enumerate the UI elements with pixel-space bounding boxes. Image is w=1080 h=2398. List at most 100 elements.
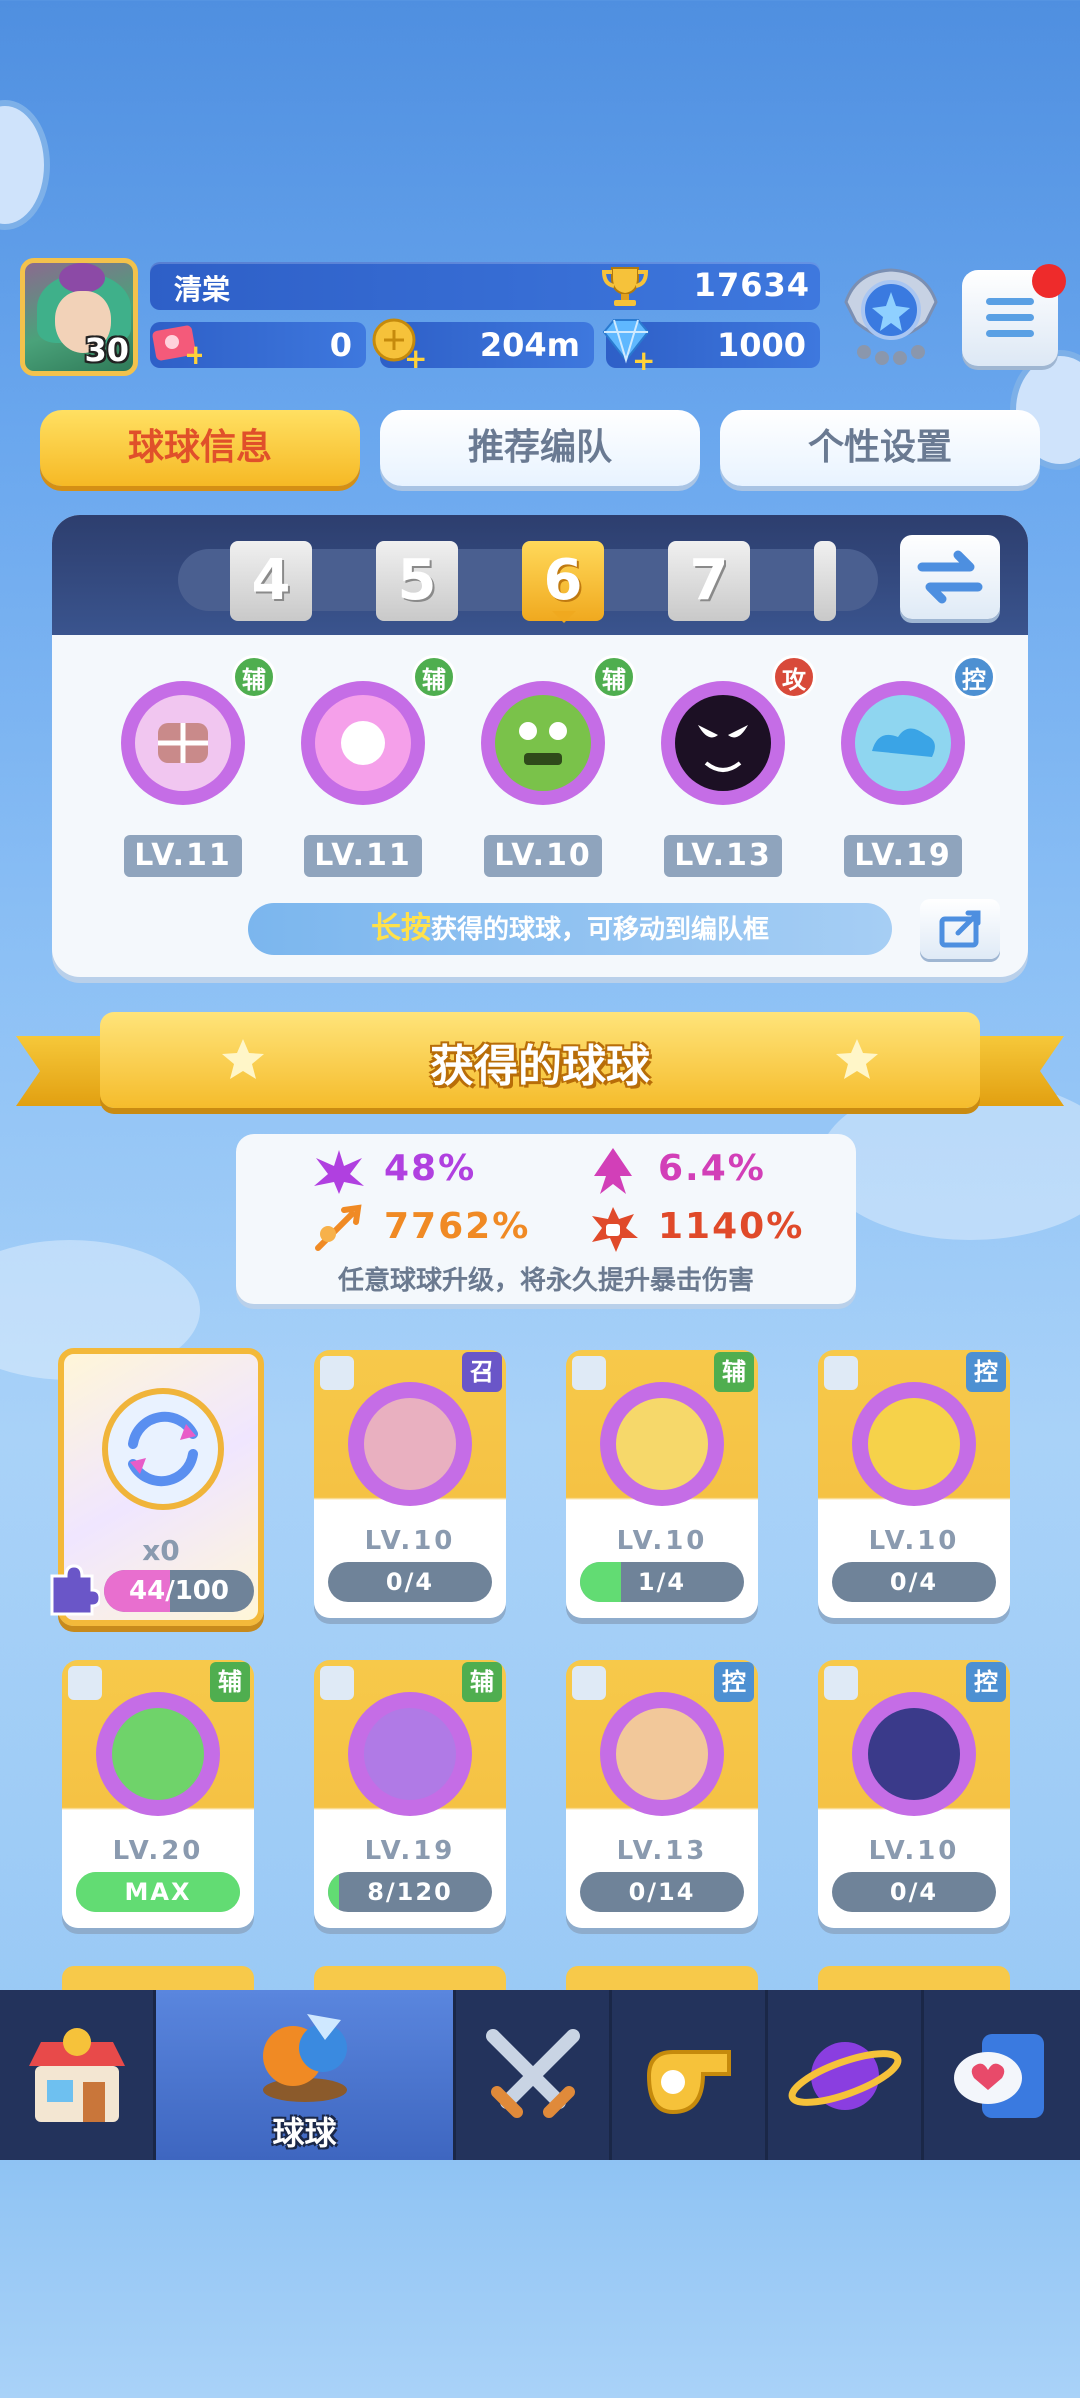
player-avatar[interactable]: 30: [20, 258, 138, 376]
notification-dot: [1032, 264, 1066, 298]
sword-burst-icon: [315, 1204, 362, 1251]
star-arrow-ball-icon: [96, 1692, 220, 1816]
role-badge-control: 控: [952, 655, 996, 699]
mouth-ball-icon: [348, 1382, 472, 1506]
nav-whistle[interactable]: [612, 1990, 768, 2160]
nav-shop[interactable]: [0, 1990, 156, 2160]
ball-level: LV.10: [364, 1526, 456, 1556]
balls-icon: [262, 2014, 347, 2102]
team-ball-level: LV.19: [844, 835, 962, 877]
refresh-orb-icon: [102, 1388, 224, 1510]
ball-card[interactable]: 控 LV.13 0/14: [566, 1660, 758, 1928]
nav-balls-label: 球球: [272, 2114, 337, 2152]
ball-progress-bar: MAX: [76, 1872, 240, 1912]
obtained-balls-banner: 获得的球球: [100, 1012, 980, 1108]
ball-progress-text: 1/4: [637, 1568, 687, 1596]
sprout-ball-icon: [348, 1692, 472, 1816]
monkey-ball-icon: [600, 1692, 724, 1816]
planet-icon: [788, 2042, 901, 2110]
gem-icon: +: [602, 319, 655, 370]
tab-personal-settings[interactable]: 个性设置: [720, 410, 1040, 486]
coin-count: 204m: [479, 326, 580, 364]
crossed-swords-icon: [485, 2029, 580, 2118]
ball-progress-text: 8/120: [367, 1878, 453, 1906]
whistle-icon: [646, 2050, 731, 2115]
player-level: 30: [84, 331, 129, 369]
crit-stats-card: 48% 6.4% 7762% 1140% 任意球球升级，将永久提升暴击伤害: [236, 1134, 856, 1304]
token-progress-bar: 44/100: [104, 1570, 254, 1612]
ball-progress-bar: 8/120: [328, 1872, 492, 1912]
player-name: 清棠: [174, 273, 231, 306]
ball-progress-text: 0/4: [889, 1568, 939, 1596]
rank-badge-icon[interactable]: [836, 262, 946, 372]
sword-damage-value: 7762%: [384, 1206, 531, 1247]
team-slot-5[interactable]: 5: [376, 541, 458, 621]
ball-level: LV.10: [868, 1526, 960, 1556]
share-icon: [939, 910, 981, 948]
ball-level: LV.20: [112, 1836, 204, 1866]
role-badge-attack: 攻: [772, 655, 816, 699]
role-badge-support: 辅: [232, 655, 276, 699]
ball-progress-text: MAX: [124, 1878, 192, 1906]
swap-arrows-icon: [917, 550, 983, 604]
drag-hint: 长按获得的球球，可移动到编队框: [248, 903, 892, 955]
ball-card[interactable]: 召 LV.10 0/4: [314, 1350, 506, 1618]
crit-arrow-icon: [594, 1148, 632, 1194]
trophy-icon: [601, 267, 649, 306]
ball-card[interactable]: 辅 LV.19 8/120: [314, 1660, 506, 1928]
ball-progress-text: 0/4: [385, 1568, 435, 1596]
player-name-bar: 清棠 17634: [150, 262, 820, 310]
crit-rate-value: 48%: [384, 1148, 477, 1189]
team-slot-7[interactable]: 7: [668, 541, 750, 621]
star-icon: [836, 1039, 878, 1079]
team-ball-level: LV.13: [664, 835, 782, 877]
team-ball-level: LV.10: [484, 835, 602, 877]
ball-progress-text: 0/4: [889, 1878, 939, 1906]
trophy-count: 17634: [693, 266, 810, 304]
ball-card[interactable]: 控 LV.10 0/4: [818, 1660, 1010, 1928]
swap-team-button[interactable]: [900, 535, 1000, 619]
nav-social[interactable]: [924, 1990, 1080, 2160]
team-slot-next[interactable]: [814, 541, 836, 621]
ball-level: LV.10: [868, 1836, 960, 1866]
fist-burst-icon: [592, 1207, 638, 1252]
upgrade-token-card[interactable]: x0 44/100: [50, 1348, 264, 1626]
ball-progress-bar: 0/4: [832, 1872, 996, 1912]
team-slot-4[interactable]: 4: [230, 541, 312, 621]
fist-damage-value: 1140%: [658, 1206, 805, 1247]
side-event-button[interactable]: [0, 100, 50, 230]
coin-icon: +: [372, 318, 426, 370]
ticket-icon: +: [152, 325, 202, 366]
ball-level: LV.13: [616, 1836, 708, 1866]
svg-text:+: +: [184, 338, 202, 366]
team-slot-header: 4 5 6 7: [52, 515, 1028, 635]
ninja-ball-icon: [852, 1692, 976, 1816]
role-badge-support: 辅: [592, 655, 636, 699]
crit-chance-value: 6.4%: [658, 1148, 766, 1189]
role-badge-support: 辅: [412, 655, 456, 699]
bottom-nav: 球球: [0, 1990, 1080, 2160]
nav-planet[interactable]: [768, 1990, 924, 2160]
nav-balls[interactable]: 球球: [156, 1990, 456, 2160]
main-menu-button[interactable]: [962, 264, 1066, 366]
ball-card[interactable]: 控 LV.10 0/4: [818, 1350, 1010, 1618]
ball-progress-bar: 1/4: [580, 1562, 744, 1602]
ball-progress-bar: 0/4: [328, 1562, 492, 1602]
team-panel: 4 5 6 7 辅 LV.11 辅 LV.11 辅 LV.10 攻 LV.13: [52, 515, 1028, 977]
token-progress-text: 44/100: [129, 1576, 229, 1606]
ball-card[interactable]: 辅 LV.20 MAX: [62, 1660, 254, 1928]
svg-text:+: +: [632, 344, 655, 370]
snail-ball-icon: [852, 1382, 976, 1506]
team-slot-6[interactable]: 6: [522, 541, 604, 623]
team-ball-level: LV.11: [304, 835, 422, 877]
share-team-button[interactable]: [920, 899, 1000, 959]
ball-card[interactable]: 辅 LV.10 1/4: [566, 1350, 758, 1618]
tab-ball-info[interactable]: 球球信息: [40, 410, 360, 486]
ticket-count: 0: [329, 326, 352, 364]
ball-level: LV.19: [364, 1836, 456, 1866]
crit-rate-icon: [314, 1150, 364, 1194]
nav-battle[interactable]: [456, 1990, 612, 2160]
puzzle-piece-icon: [50, 1564, 100, 1616]
ball-progress-bar: 0/4: [832, 1562, 996, 1602]
tab-recommended-team[interactable]: 推荐编队: [380, 410, 700, 486]
